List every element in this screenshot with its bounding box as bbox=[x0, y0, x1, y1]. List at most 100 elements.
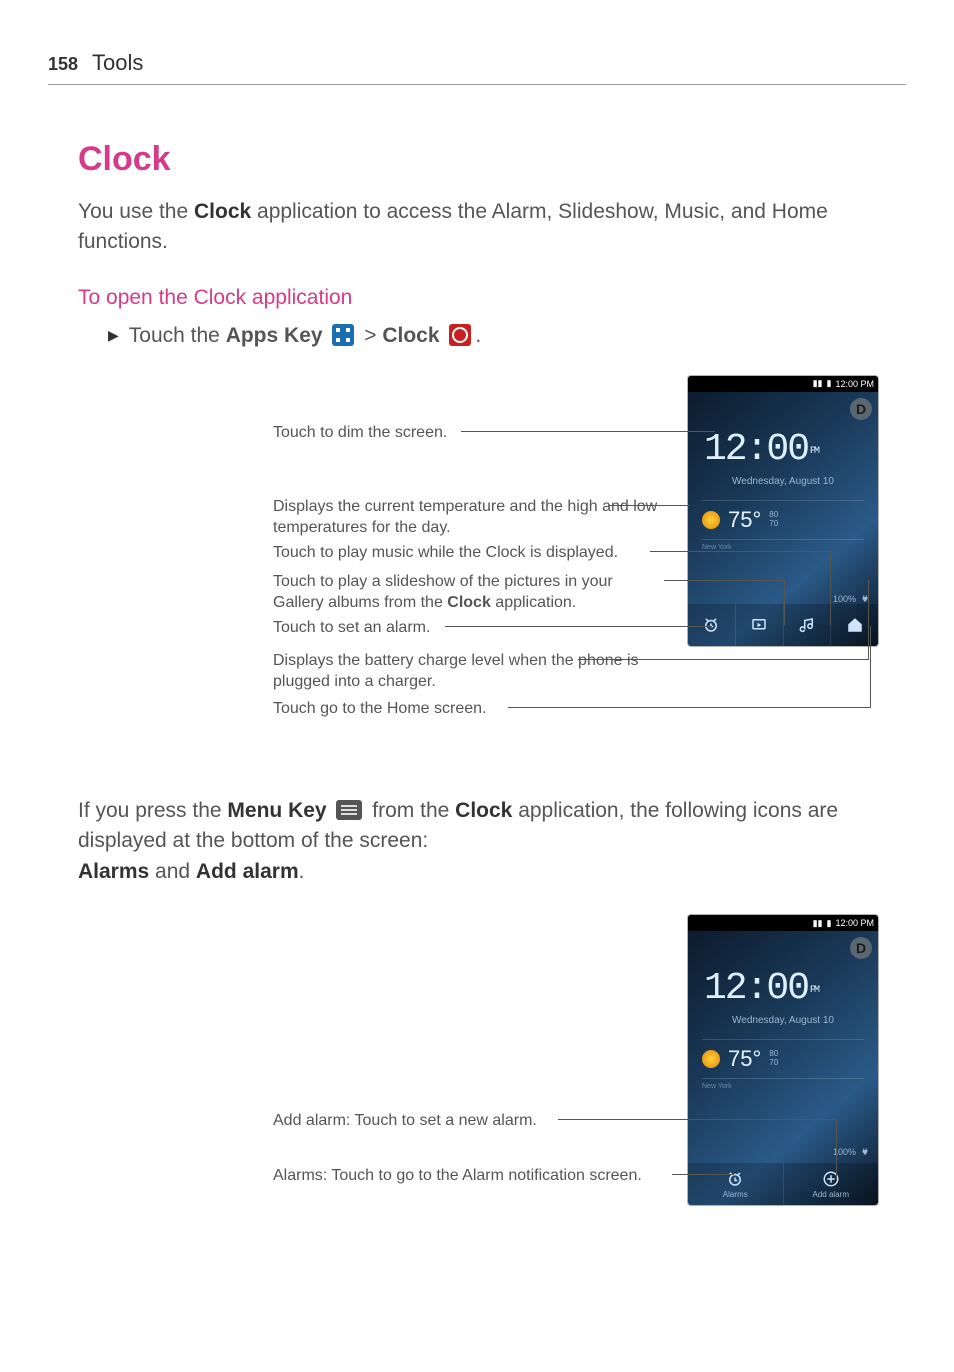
clock-bold: Clock bbox=[382, 324, 439, 347]
status-time: 12:00 PM bbox=[835, 918, 874, 928]
battery-icon: ▮ bbox=[827, 378, 832, 389]
bullet-icon: ▶ bbox=[108, 327, 119, 344]
apps-key-bold: Apps Key bbox=[226, 324, 323, 347]
phone-screenshot-1: ▮▮ ▮ 12:00 PM D 12:00PM Wednesday, Augus… bbox=[688, 376, 878, 646]
callout-line bbox=[784, 580, 785, 625]
add-alarm-menu-button[interactable]: Add alarm bbox=[784, 1163, 879, 1205]
clock-bold: Clock bbox=[447, 594, 491, 611]
music-icon bbox=[798, 616, 816, 634]
callout-line bbox=[672, 1174, 734, 1175]
battery-indicator: 100% bbox=[833, 594, 870, 604]
callout-alarms: Alarms: Touch to go to the Alarm notific… bbox=[273, 1165, 642, 1187]
time-value: 12:00 bbox=[704, 967, 808, 1010]
slideshow-button[interactable] bbox=[736, 604, 784, 646]
clock-app-icon bbox=[449, 324, 471, 346]
home-icon bbox=[846, 616, 864, 634]
intro-paragraph: You use the Clock application to access … bbox=[78, 197, 876, 258]
alarm-button[interactable] bbox=[688, 604, 736, 646]
text: application. bbox=[491, 594, 576, 611]
phone-screenshot-2: ▮▮ ▮ 12:00 PM D 12:00PM Wednesday, Augus… bbox=[688, 915, 878, 1205]
ampm: PM bbox=[810, 446, 818, 457]
plus-icon bbox=[822, 1170, 840, 1188]
dim-button[interactable]: D bbox=[850, 398, 872, 420]
text: and bbox=[149, 860, 196, 883]
battery-icon: ▮ bbox=[827, 918, 832, 929]
alarm-icon bbox=[702, 616, 720, 634]
callout-line bbox=[461, 431, 715, 432]
text: Touch the bbox=[129, 324, 226, 347]
subheading-open-clock: To open the Clock application bbox=[78, 286, 876, 310]
date-text: Wednesday, August 10 bbox=[688, 476, 878, 487]
step-text: Touch the Apps Key > Clock . bbox=[129, 324, 481, 348]
clock-time: 12:00PM bbox=[704, 967, 818, 1010]
step-row: ▶ Touch the Apps Key > Clock . bbox=[108, 324, 876, 348]
status-bar: ▮▮ ▮ 12:00 PM bbox=[688, 376, 878, 392]
callout-line bbox=[578, 659, 868, 660]
alarms-menu-button[interactable]: Alarms bbox=[688, 1163, 784, 1205]
status-bar: ▮▮ ▮ 12:00 PM bbox=[688, 915, 878, 931]
callout-line bbox=[868, 580, 869, 660]
callout-line bbox=[836, 1119, 837, 1179]
signal-icon: ▮▮ bbox=[813, 918, 823, 929]
page-title: Clock bbox=[78, 140, 876, 179]
city-label: New York bbox=[702, 544, 732, 551]
callout-alarm: Touch to set an alarm. bbox=[273, 617, 430, 639]
callout-slideshow: Touch to play a slideshow of the picture… bbox=[273, 571, 663, 614]
dim-button[interactable]: D bbox=[850, 937, 872, 959]
text: . bbox=[299, 860, 305, 883]
figure-2: ▮▮ ▮ 12:00 PM D 12:00PM Wednesday, Augus… bbox=[78, 915, 878, 1215]
ampm: PM bbox=[810, 985, 818, 996]
dim-label: D bbox=[856, 940, 866, 956]
lo-temp: 70 bbox=[769, 1059, 778, 1068]
text: You use the bbox=[78, 200, 194, 223]
dim-label: D bbox=[856, 401, 866, 417]
time-value: 12:00 bbox=[704, 428, 808, 471]
alarm-icon bbox=[726, 1170, 744, 1188]
lo-temp: 70 bbox=[769, 520, 778, 529]
slideshow-icon bbox=[750, 616, 768, 634]
callout-line bbox=[650, 551, 830, 552]
battery-percent: 100% bbox=[833, 594, 856, 604]
status-time: 12:00 PM bbox=[835, 379, 874, 389]
menu-key-icon bbox=[336, 800, 362, 820]
weather-widget[interactable]: 75° 80 70 New York bbox=[702, 500, 864, 540]
content-area: Clock You use the Clock application to a… bbox=[78, 140, 876, 1215]
callout-music: Touch to play music while the Clock is d… bbox=[273, 542, 618, 564]
page-header: 158 Tools bbox=[48, 50, 906, 85]
text: . bbox=[475, 324, 481, 347]
callout-line bbox=[830, 551, 831, 625]
weather-widget[interactable]: 75° 80 70 New York bbox=[702, 1039, 864, 1079]
sun-icon bbox=[702, 511, 720, 529]
battery-indicator: 100% bbox=[833, 1147, 870, 1157]
temperature: 75° bbox=[728, 1046, 761, 1072]
text: If you press the bbox=[78, 799, 227, 822]
plug-icon bbox=[860, 1147, 870, 1157]
callout-home: Touch go to the Home screen. bbox=[273, 698, 486, 720]
callout-line bbox=[870, 626, 871, 708]
callout-line bbox=[608, 505, 690, 506]
bottom-toolbar bbox=[688, 604, 878, 646]
clock-time: 12:00PM bbox=[704, 428, 818, 471]
temperature: 75° bbox=[728, 507, 761, 533]
signal-icon: ▮▮ bbox=[813, 378, 823, 389]
alarms-label: Alarms bbox=[723, 1190, 748, 1199]
city-label: New York bbox=[702, 1083, 732, 1090]
page-number: 158 bbox=[48, 54, 78, 75]
callout-line bbox=[508, 707, 870, 708]
menu-toolbar: Alarms Add alarm bbox=[688, 1163, 878, 1205]
menu-key-bold: Menu Key bbox=[227, 799, 326, 822]
callout-line bbox=[664, 580, 784, 581]
callout-add-alarm: Add alarm: Touch to set a new alarm. bbox=[273, 1110, 537, 1132]
callout-dim: Touch to dim the screen. bbox=[273, 422, 447, 444]
text: > bbox=[364, 324, 382, 347]
hi-lo: 80 70 bbox=[769, 511, 778, 529]
alarms-bold: Alarms bbox=[78, 860, 149, 883]
callout-line bbox=[558, 1119, 836, 1120]
callout-battery: Displays the battery charge level when t… bbox=[273, 650, 663, 693]
clock-bold: Clock bbox=[194, 200, 251, 223]
apps-key-icon bbox=[332, 324, 354, 346]
add-alarm-label: Add alarm bbox=[813, 1190, 849, 1199]
text: from the bbox=[372, 799, 455, 822]
clock-bold: Clock bbox=[455, 799, 512, 822]
music-button[interactable] bbox=[784, 604, 832, 646]
